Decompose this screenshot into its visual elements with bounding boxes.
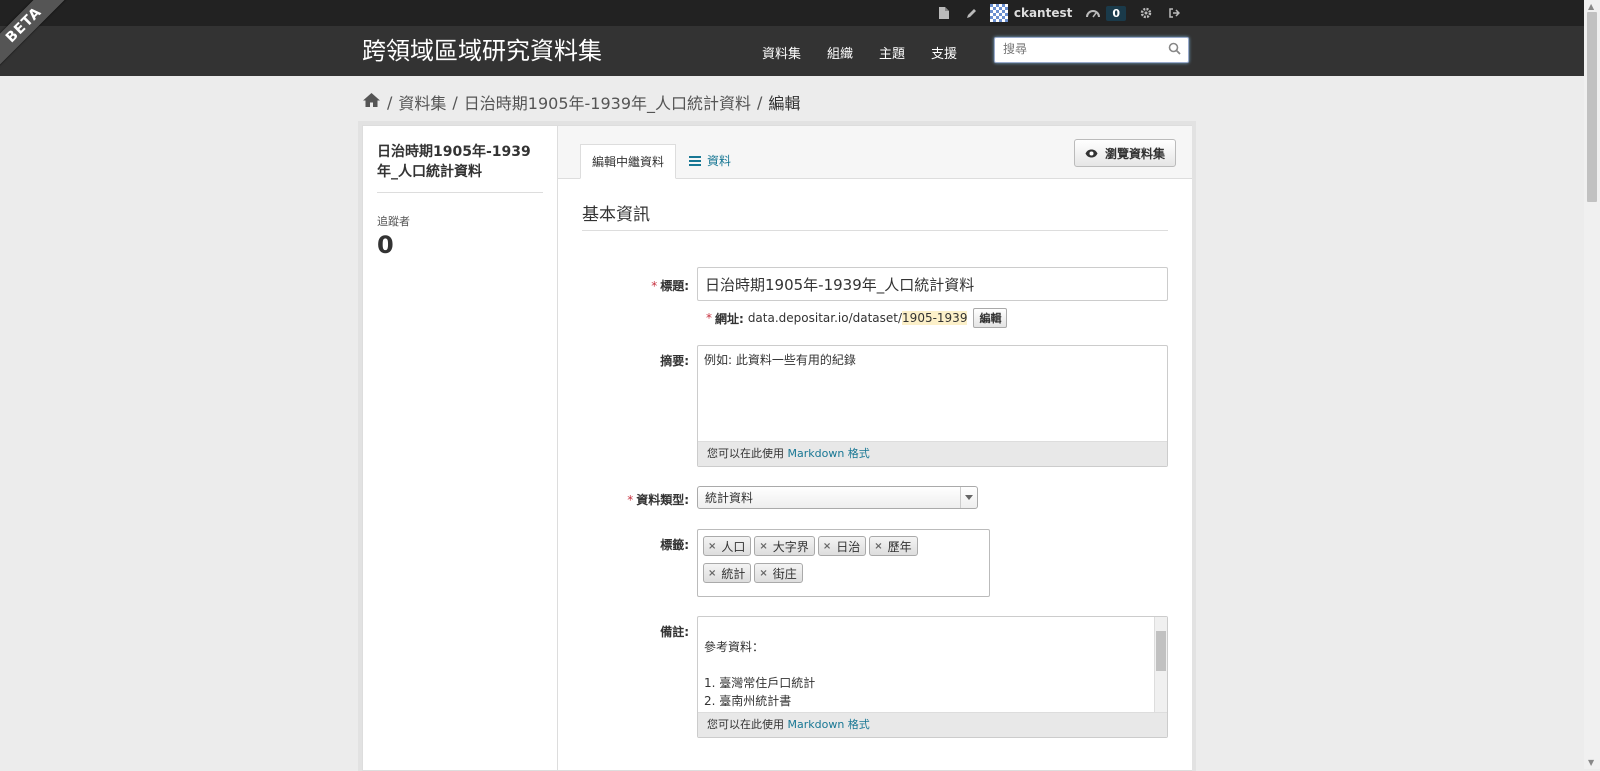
- breadcrumb: / 資料集 / 日治時期1905年-1939年_人口統計資料 / 編輯: [362, 90, 800, 114]
- eye-icon: [1085, 149, 1098, 157]
- scrollbar-thumb[interactable]: [1587, 12, 1597, 202]
- title-input[interactable]: 日治時期1905年-1939年_人口統計資料: [697, 267, 1168, 301]
- tag-item: × 日治: [817, 536, 867, 556]
- divider: [582, 230, 1168, 231]
- url-edit-button[interactable]: 編輯: [973, 308, 1008, 328]
- gear-icon[interactable]: [1132, 0, 1160, 26]
- type-select[interactable]: 統計資料: [697, 486, 978, 509]
- dashboard-link[interactable]: 0: [1080, 5, 1132, 21]
- scroll-down-icon[interactable]: ▼: [1588, 758, 1594, 767]
- followers-label: 追蹤者: [377, 215, 410, 228]
- masthead: 跨領域區域研究資料集 資料集 組織 主題 支援: [0, 26, 1584, 76]
- scroll-up-icon[interactable]: ▲: [1588, 2, 1594, 11]
- followers-count: 0: [377, 231, 394, 259]
- remove-tag-icon[interactable]: ×: [708, 541, 716, 552]
- view-dataset-button[interactable]: 瀏覽資料集: [1073, 139, 1176, 167]
- chevron-down-icon: [960, 487, 977, 508]
- home-icon[interactable]: [362, 92, 381, 112]
- logout-icon[interactable]: [1160, 0, 1188, 26]
- notes-scrollbar[interactable]: [1154, 617, 1167, 712]
- page-header: 編輯中繼資料 資料 瀏覽資料集: [558, 126, 1192, 179]
- url-label: 網址:: [715, 311, 744, 326]
- pencil-icon[interactable]: [958, 0, 986, 26]
- breadcrumb-active: 編輯: [768, 94, 801, 113]
- breadcrumb-separator: /: [452, 92, 458, 112]
- breadcrumb-separator: /: [387, 92, 393, 112]
- tag-item: × 街庄: [754, 563, 803, 583]
- nav-datasets[interactable]: 資料集: [762, 43, 801, 62]
- avatar: [989, 4, 1008, 22]
- site-title[interactable]: 跨領域區域研究資料集: [362, 36, 602, 66]
- sidebar: 日治時期1905年-1939年_人口統計資料 追蹤者 0: [363, 126, 557, 770]
- view-dataset-label: 瀏覽資料集: [1104, 146, 1165, 161]
- markdown-link[interactable]: Markdown 格式: [788, 447, 870, 460]
- tab-edit-metadata[interactable]: 編輯中繼資料: [580, 144, 677, 179]
- nav-groups[interactable]: 主題: [879, 43, 905, 62]
- nav-organizations[interactable]: 組織: [827, 43, 853, 62]
- breadcrumb-separator: /: [757, 92, 763, 112]
- dashboard-count: 0: [1106, 5, 1126, 21]
- url-prefix: data.depositar.io/dataset/: [747, 311, 903, 325]
- username: ckantest: [1013, 6, 1073, 20]
- nav-support[interactable]: 支援: [931, 43, 957, 62]
- primary-content: 編輯中繼資料 資料 瀏覽資料集 基本資訊 * 標題: 日治時期1905年-1939…: [557, 126, 1192, 770]
- notes-label: 備註:: [660, 625, 689, 639]
- notes-textarea[interactable]: 參考資料： 1. 臺灣常住戶口統計 2. 臺南州統計書 您可以在此使用 Mark…: [697, 616, 1168, 738]
- url-slug: 1905-1939: [902, 311, 968, 325]
- tab-resources[interactable]: 資料: [678, 144, 742, 177]
- tag-item: × 大字界: [754, 536, 815, 556]
- tag-item: × 歷年: [869, 536, 918, 556]
- search-input[interactable]: [995, 38, 1171, 60]
- tag-item: × 人口: [703, 536, 752, 556]
- remove-tag-icon[interactable]: ×: [759, 541, 767, 552]
- markdown-hint: 您可以在此使用 Markdown 格式: [698, 441, 1167, 466]
- account-bar: ckantest 0: [0, 0, 1584, 26]
- main-wrapper: 日治時期1905年-1939年_人口統計資料 追蹤者 0 編輯中繼資料 資料 瀏…: [362, 125, 1192, 771]
- user-link[interactable]: ckantest: [986, 4, 1081, 22]
- main-nav: 資料集 組織 主題 支援: [762, 43, 983, 62]
- search-icon[interactable]: [1168, 42, 1181, 59]
- tags-input[interactable]: × 人口 × 大字界 × 日治 × 歷年 × 統計 × 街庄: [697, 529, 990, 597]
- title-label: * 標題:: [651, 279, 689, 293]
- markdown-hint: 您可以在此使用 Markdown 格式: [698, 712, 1167, 737]
- site-search: [994, 37, 1189, 63]
- markdown-link[interactable]: Markdown 格式: [788, 718, 870, 731]
- page-scrollbar[interactable]: ▲ ▼: [1584, 0, 1600, 769]
- remove-tag-icon[interactable]: ×: [708, 568, 716, 579]
- remove-tag-icon[interactable]: ×: [874, 541, 882, 552]
- tab-resources-label: 資料: [707, 154, 732, 168]
- breadcrumb-dataset[interactable]: 日治時期1905年-1939年_人口統計資料: [464, 90, 751, 114]
- url-line: * 網址: data.depositar.io/dataset/1905-1939…: [706, 308, 1008, 328]
- section-title: 基本資訊: [582, 205, 650, 225]
- breadcrumb-datasets[interactable]: 資料集: [398, 90, 446, 114]
- description-textarea[interactable]: 例如: 此資料一些有用的紀錄 您可以在此使用 Markdown 格式: [697, 345, 1168, 467]
- sidebar-dataset-title: 日治時期1905年-1939年_人口統計資料: [377, 142, 543, 193]
- list-icon: [689, 155, 701, 166]
- type-select-value: 統計資料: [705, 491, 754, 505]
- dashboard-icon: [1086, 10, 1101, 18]
- document-icon[interactable]: [930, 0, 958, 26]
- remove-tag-icon[interactable]: ×: [823, 541, 831, 552]
- description-label: 摘要:: [660, 354, 689, 368]
- notes-content: 參考資料： 1. 臺灣常住戶口統計 2. 臺南州統計書: [704, 640, 816, 708]
- tag-item: × 統計: [703, 563, 752, 583]
- tags-label: 標籤:: [660, 538, 689, 552]
- type-label: * 資料類型:: [627, 493, 689, 507]
- account-masthead: ckantest 0: [930, 0, 1188, 26]
- remove-tag-icon[interactable]: ×: [759, 568, 767, 579]
- description-placeholder: 例如: 此資料一些有用的紀錄: [704, 353, 856, 367]
